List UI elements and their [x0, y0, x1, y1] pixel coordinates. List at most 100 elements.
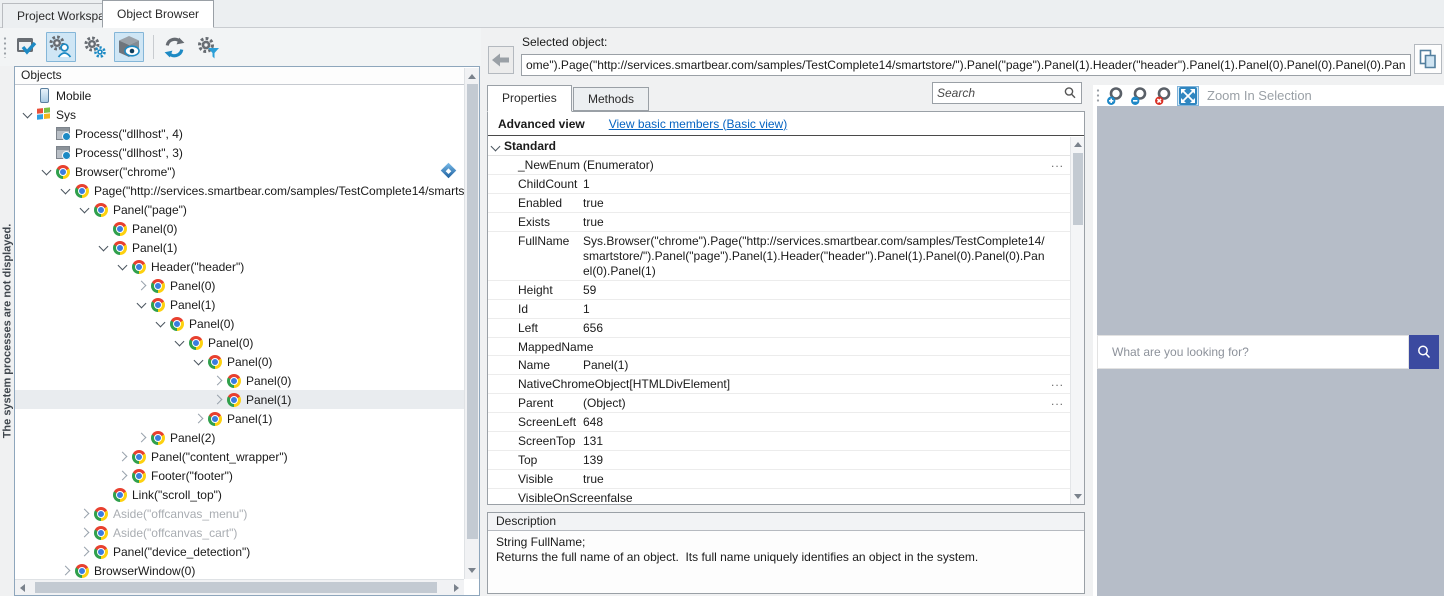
- preview-search-input[interactable]: What are you looking for?: [1097, 335, 1409, 369]
- tree-item[interactable]: Aside("offcanvas_cart"): [15, 523, 464, 542]
- toolbar-grip[interactable]: [3, 36, 7, 58]
- tab-methods[interactable]: Methods: [573, 87, 649, 111]
- chevron-right-icon[interactable]: [210, 371, 226, 390]
- chevron-down-icon[interactable]: [20, 105, 36, 124]
- chevron-down-icon[interactable]: [58, 181, 74, 200]
- zoom-in-icon[interactable]: [1105, 86, 1127, 106]
- property-row[interactable]: ScreenLeft648: [488, 413, 1070, 432]
- property-row[interactable]: Parent(Object)...: [488, 394, 1070, 413]
- property-row[interactable]: MappedName: [488, 338, 1070, 356]
- grid-scrollbar-thumb[interactable]: [1073, 153, 1083, 225]
- basic-view-link[interactable]: View basic members (Basic view): [609, 117, 788, 131]
- tree-item[interactable]: Process("dllhost", 4): [15, 124, 464, 143]
- chevron-right-icon[interactable]: [210, 390, 226, 409]
- ellipsis-button[interactable]: ...: [1051, 375, 1064, 389]
- chevron-right-icon[interactable]: [115, 466, 131, 485]
- property-row[interactable]: Id1: [488, 300, 1070, 319]
- tree-horizontal-scrollbar-thumb[interactable]: [35, 582, 437, 593]
- tree-item[interactable]: Link("scroll_top"): [15, 485, 464, 504]
- property-row[interactable]: Left656: [488, 319, 1070, 338]
- object-spy-icon[interactable]: [46, 32, 76, 62]
- tree-item[interactable]: Aside("offcanvas_menu"): [15, 504, 464, 523]
- tree-item[interactable]: Panel("content_wrapper"): [15, 447, 464, 466]
- settings-gears-icon[interactable]: [80, 32, 110, 62]
- checked-window-icon[interactable]: [12, 32, 42, 62]
- chevron-right-icon[interactable]: [191, 409, 207, 428]
- chevron-right-icon[interactable]: [134, 428, 150, 447]
- chevron-down-icon[interactable]: [39, 162, 55, 181]
- view-object-eye-icon[interactable]: [114, 32, 144, 62]
- chevron-right-icon[interactable]: [58, 561, 74, 579]
- tree-item[interactable]: Footer("footer"): [15, 466, 464, 485]
- property-row[interactable]: Enabledtrue: [488, 194, 1070, 213]
- property-row[interactable]: FullNameSys.Browser("chrome").Page("http…: [488, 232, 1070, 281]
- tree-item[interactable]: Panel(0): [15, 314, 464, 333]
- preview-search-button[interactable]: [1409, 335, 1439, 369]
- tree-item[interactable]: Panel(0): [15, 333, 464, 352]
- chevron-down-icon[interactable]: [172, 333, 188, 352]
- chevron-down-icon[interactable]: [134, 295, 150, 314]
- ellipsis-button[interactable]: ...: [1051, 156, 1064, 170]
- property-row[interactable]: NativeChromeObject[HTMLDivElement]...: [488, 375, 1070, 394]
- chevron-down-icon[interactable]: [153, 314, 169, 333]
- scroll-right-arrow-icon[interactable]: [454, 584, 459, 592]
- tree-item[interactable]: Panel(1): [15, 390, 464, 409]
- chevron-down-icon[interactable]: [115, 257, 131, 276]
- zoom-reset-icon[interactable]: [1153, 86, 1175, 106]
- tree-item[interactable]: Page("http://services.smartbear.com/samp…: [15, 181, 464, 200]
- tree-item[interactable]: Sys: [15, 105, 464, 124]
- chevron-right-icon[interactable]: [77, 542, 93, 561]
- property-row[interactable]: NamePanel(1): [488, 356, 1070, 375]
- tree-item[interactable]: Panel(2): [15, 428, 464, 447]
- tree-item[interactable]: Process("dllhost", 3): [15, 143, 464, 162]
- tree-item[interactable]: Panel("device_detection"): [15, 542, 464, 561]
- property-row[interactable]: Height59: [488, 281, 1070, 300]
- property-row[interactable]: Visibletrue: [488, 470, 1070, 489]
- chevron-right-icon[interactable]: [77, 504, 93, 523]
- property-row[interactable]: _NewEnum(Enumerator)...: [488, 156, 1070, 175]
- scroll-down-arrow-icon[interactable]: [1074, 494, 1082, 499]
- grid-vertical-scrollbar[interactable]: [1070, 137, 1084, 504]
- tab-object-browser[interactable]: Object Browser: [102, 0, 214, 28]
- chevron-right-icon[interactable]: [134, 276, 150, 295]
- chevron-down-icon[interactable]: [191, 352, 207, 371]
- property-search-input[interactable]: [933, 86, 1063, 100]
- spy-diamond-icon[interactable]: [441, 163, 457, 179]
- tab-properties[interactable]: Properties: [487, 85, 572, 112]
- refresh-icon[interactable]: [159, 32, 189, 62]
- zoom-toolbar-grip[interactable]: [1096, 88, 1100, 104]
- ellipsis-button[interactable]: ...: [1051, 394, 1064, 408]
- scroll-up-arrow-icon[interactable]: [468, 74, 476, 79]
- tree-horizontal-scrollbar[interactable]: [15, 579, 464, 595]
- fit-selection-icon[interactable]: [1177, 86, 1199, 106]
- scroll-left-arrow-icon[interactable]: [20, 584, 25, 592]
- chevron-right-icon[interactable]: [115, 447, 131, 466]
- tree-item[interactable]: Panel(0): [15, 371, 464, 390]
- tree-vertical-scrollbar[interactable]: [464, 68, 479, 579]
- scroll-down-arrow-icon[interactable]: [468, 568, 476, 573]
- tree-item[interactable]: Header("header"): [15, 257, 464, 276]
- scroll-up-arrow-icon[interactable]: [1074, 142, 1082, 147]
- chevron-right-icon[interactable]: [77, 523, 93, 542]
- tree-item[interactable]: Browser("chrome"): [15, 162, 464, 181]
- chevron-down-icon[interactable]: [488, 138, 504, 154]
- copy-button[interactable]: [1414, 44, 1442, 74]
- selected-object-input[interactable]: [521, 54, 1411, 76]
- chevron-down-icon[interactable]: [96, 238, 112, 257]
- property-row[interactable]: Top139: [488, 451, 1070, 470]
- filter-gear-icon[interactable]: [193, 32, 223, 62]
- zoom-out-icon[interactable]: [1129, 86, 1151, 106]
- tree-item[interactable]: BrowserWindow(0): [15, 561, 464, 579]
- tree-vertical-scrollbar-thumb[interactable]: [467, 84, 478, 539]
- property-row[interactable]: ChildCount1: [488, 175, 1070, 194]
- property-row[interactable]: Existstrue: [488, 213, 1070, 232]
- property-group-standard[interactable]: Standard: [488, 137, 1070, 156]
- tree-item[interactable]: Panel(1): [15, 238, 464, 257]
- tree-item[interactable]: Panel(0): [15, 352, 464, 371]
- property-row[interactable]: ScreenTop131: [488, 432, 1070, 451]
- tree-item[interactable]: Panel(0): [15, 219, 464, 238]
- tree-item[interactable]: Panel("page"): [15, 200, 464, 219]
- back-button[interactable]: [488, 46, 514, 74]
- tree-item[interactable]: Mobile: [15, 86, 464, 105]
- tree-item[interactable]: Panel(1): [15, 295, 464, 314]
